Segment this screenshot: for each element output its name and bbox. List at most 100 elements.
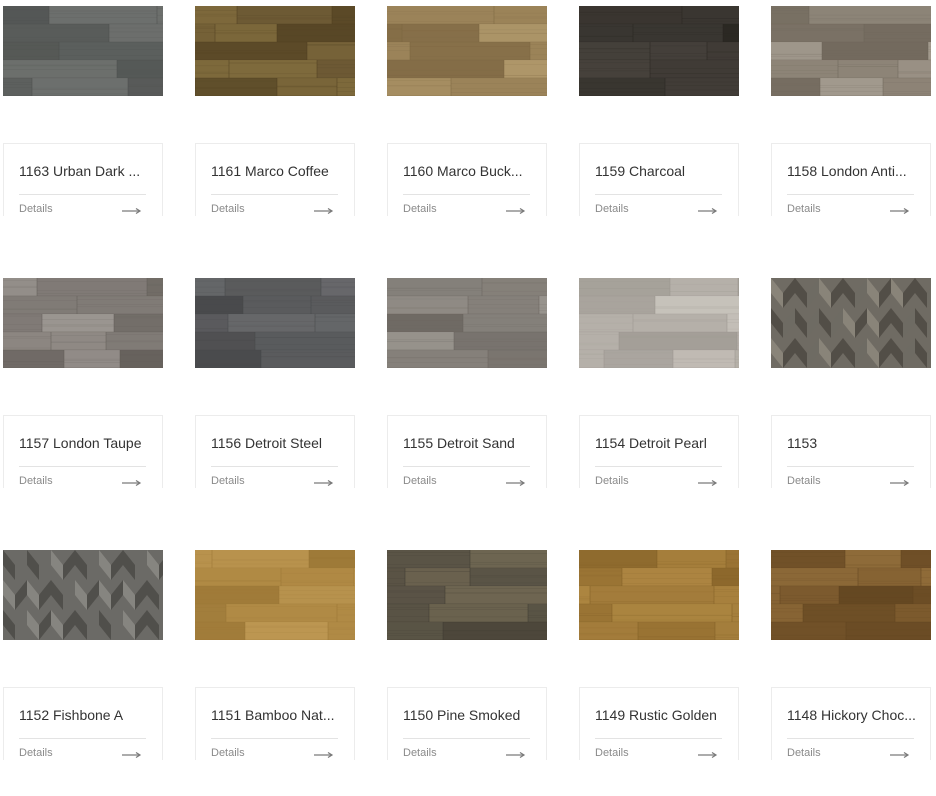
arrow-right-icon[interactable]: [122, 207, 142, 215]
product-title[interactable]: 1163 Urban Dark ...: [19, 162, 149, 180]
product-card[interactable]: 1156 Detroit Steel Details: [195, 278, 355, 488]
product-info-card: 1151 Bamboo Nat... Details: [195, 687, 355, 760]
product-card[interactable]: 1155 Detroit Sand Details: [387, 278, 547, 488]
details-link[interactable]: Details: [19, 747, 53, 760]
product-image[interactable]: [579, 6, 739, 96]
product-title[interactable]: 1148 Hickory Choc...: [787, 706, 917, 724]
product-info-card: 1150 Pine Smoked Details: [387, 687, 547, 760]
arrow-right-icon[interactable]: [314, 207, 334, 215]
details-link[interactable]: Details: [595, 747, 629, 760]
product-card[interactable]: 1149 Rustic Golden Details: [579, 550, 739, 760]
details-link[interactable]: Details: [211, 475, 245, 488]
product-card[interactable]: 1150 Pine Smoked Details: [387, 550, 547, 760]
product-image[interactable]: [771, 550, 931, 640]
product-title[interactable]: 1161 Marco Coffee: [211, 162, 341, 180]
product-info-card: 1156 Detroit Steel Details: [195, 415, 355, 488]
arrow-right-icon[interactable]: [890, 751, 910, 759]
details-link[interactable]: Details: [787, 203, 821, 216]
card-divider: [595, 738, 722, 739]
details-link[interactable]: Details: [19, 203, 53, 216]
product-card[interactable]: 1151 Bamboo Nat... Details: [195, 550, 355, 760]
arrow-right-icon[interactable]: [506, 751, 526, 759]
product-card[interactable]: 1148 Hickory Choc... Details: [771, 550, 931, 760]
product-image[interactable]: [387, 6, 547, 96]
product-card[interactable]: 1152 Fishbone A Details: [3, 550, 163, 760]
arrow-right-icon[interactable]: [698, 207, 718, 215]
product-info-card: 1160 Marco Buck... Details: [387, 143, 547, 216]
product-image[interactable]: [771, 278, 931, 368]
arrow-right-icon[interactable]: [122, 751, 142, 759]
product-card[interactable]: 1154 Detroit Pearl Details: [579, 278, 739, 488]
arrow-right-icon[interactable]: [698, 479, 718, 487]
arrow-right-icon[interactable]: [506, 207, 526, 215]
card-divider: [787, 466, 914, 467]
card-divider: [787, 194, 914, 195]
product-card[interactable]: 1153 Details: [771, 278, 931, 488]
product-info-card: 1159 Charcoal Details: [579, 143, 739, 216]
card-divider: [403, 194, 530, 195]
product-image[interactable]: [579, 278, 739, 368]
product-title[interactable]: 1155 Detroit Sand: [403, 434, 533, 452]
card-divider: [403, 738, 530, 739]
arrow-right-icon[interactable]: [890, 479, 910, 487]
product-title[interactable]: 1157 London Taupe: [19, 434, 149, 452]
card-divider: [19, 194, 146, 195]
product-info-card: 1153 Details: [771, 415, 931, 488]
product-image[interactable]: [195, 550, 355, 640]
product-image[interactable]: [579, 550, 739, 640]
product-image[interactable]: [195, 278, 355, 368]
product-image[interactable]: [3, 6, 163, 96]
details-link[interactable]: Details: [403, 475, 437, 488]
product-image[interactable]: [387, 278, 547, 368]
product-info-card: 1157 London Taupe Details: [3, 415, 163, 488]
card-divider: [19, 738, 146, 739]
product-title[interactable]: 1149 Rustic Golden: [595, 706, 725, 724]
details-link[interactable]: Details: [403, 747, 437, 760]
product-card[interactable]: 1158 London Anti... Details: [771, 6, 931, 216]
product-title[interactable]: 1150 Pine Smoked: [403, 706, 533, 724]
product-image[interactable]: [3, 550, 163, 640]
arrow-right-icon[interactable]: [314, 751, 334, 759]
product-title[interactable]: 1158 London Anti...: [787, 162, 917, 180]
details-link[interactable]: Details: [19, 475, 53, 488]
product-title[interactable]: 1160 Marco Buck...: [403, 162, 533, 180]
product-card[interactable]: 1161 Marco Coffee Details: [195, 6, 355, 216]
details-link[interactable]: Details: [595, 475, 629, 488]
card-divider: [787, 738, 914, 739]
product-card[interactable]: 1157 London Taupe Details: [3, 278, 163, 488]
details-link[interactable]: Details: [211, 747, 245, 760]
product-grid: 1163 Urban Dark ... Details 1161 Marco Cof…: [0, 0, 936, 796]
details-link[interactable]: Details: [403, 203, 437, 216]
product-info-card: 1152 Fishbone A Details: [3, 687, 163, 760]
details-link[interactable]: Details: [211, 203, 245, 216]
arrow-right-icon[interactable]: [698, 751, 718, 759]
arrow-right-icon[interactable]: [890, 207, 910, 215]
card-divider: [211, 738, 338, 739]
product-info-card: 1163 Urban Dark ... Details: [3, 143, 163, 216]
details-link[interactable]: Details: [787, 475, 821, 488]
product-info-card: 1161 Marco Coffee Details: [195, 143, 355, 216]
product-title[interactable]: 1153: [787, 434, 917, 452]
arrow-right-icon[interactable]: [314, 479, 334, 487]
card-divider: [211, 466, 338, 467]
product-info-card: 1148 Hickory Choc... Details: [771, 687, 931, 760]
product-title[interactable]: 1156 Detroit Steel: [211, 434, 341, 452]
details-link[interactable]: Details: [595, 203, 629, 216]
product-card[interactable]: 1163 Urban Dark ... Details: [3, 6, 163, 216]
card-divider: [595, 194, 722, 195]
arrow-right-icon[interactable]: [122, 479, 142, 487]
product-card[interactable]: 1160 Marco Buck... Details: [387, 6, 547, 216]
product-image[interactable]: [387, 550, 547, 640]
product-card[interactable]: 1159 Charcoal Details: [579, 6, 739, 216]
product-info-card: 1155 Detroit Sand Details: [387, 415, 547, 488]
arrow-right-icon[interactable]: [506, 479, 526, 487]
product-title[interactable]: 1151 Bamboo Nat...: [211, 706, 341, 724]
product-image[interactable]: [771, 6, 931, 96]
product-image[interactable]: [195, 6, 355, 96]
product-info-card: 1154 Detroit Pearl Details: [579, 415, 739, 488]
product-title[interactable]: 1159 Charcoal: [595, 162, 725, 180]
product-title[interactable]: 1154 Detroit Pearl: [595, 434, 725, 452]
product-image[interactable]: [3, 278, 163, 368]
details-link[interactable]: Details: [787, 747, 821, 760]
product-title[interactable]: 1152 Fishbone A: [19, 706, 149, 724]
